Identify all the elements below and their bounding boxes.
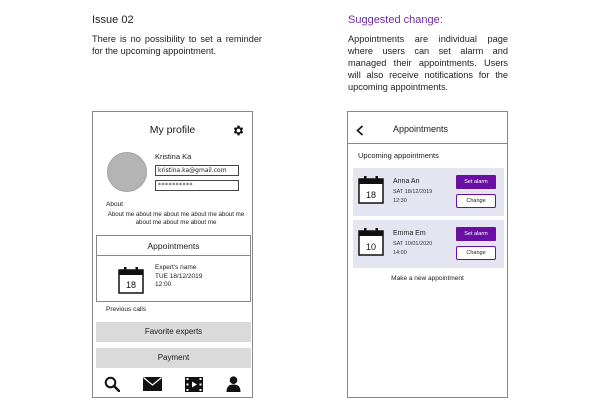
avatar[interactable]	[107, 152, 147, 192]
about-label: About	[106, 201, 123, 208]
mail-icon[interactable]	[143, 377, 163, 391]
suggestion-title: Suggested change:	[348, 14, 443, 26]
appointment-time: 14:00	[393, 250, 407, 256]
appointments-section[interactable]: Appointments 18 Expert's name TUE 18/12/…	[96, 235, 251, 302]
bottom-nav	[93, 371, 252, 397]
page-title: Appointments	[393, 124, 449, 134]
appointment-date: TUE 18/12/2019	[155, 272, 203, 280]
favorite-experts-button[interactable]: Favorite experts	[96, 322, 251, 342]
appointment-time: 12:30	[393, 198, 407, 204]
password-field[interactable]: **********	[155, 180, 239, 191]
expert-name: Expert's name	[155, 264, 197, 271]
appointment-date: SAT 18/12/2019	[393, 189, 433, 195]
appointment-card[interactable]: 10 Emma Em SAT 10/01/2020 14:00 Set alar…	[353, 220, 504, 268]
calendar-day: 18	[126, 280, 136, 290]
calendar-icon: 10	[358, 227, 384, 261]
app-bar: Appointments	[348, 112, 507, 144]
appointments-header[interactable]: Appointments	[97, 236, 250, 256]
calendar-day: 10	[366, 242, 376, 252]
search-icon[interactable]	[104, 376, 121, 392]
expert-name: Emma Em	[393, 230, 426, 237]
set-alarm-button[interactable]: Set alarm	[456, 227, 496, 241]
gear-icon[interactable]	[232, 124, 245, 137]
previous-calls-link[interactable]: Previous calls	[106, 306, 146, 313]
appointment-date: SAT 10/01/2020	[393, 241, 433, 247]
video-icon[interactable]	[184, 376, 203, 392]
chevron-left-icon[interactable]	[356, 123, 364, 141]
appointment-meta: SAT 10/01/2020 14:00	[393, 240, 432, 258]
change-button[interactable]: Change	[456, 194, 496, 208]
appointments-screen-mockup: Appointments Upcoming appointments 18 An…	[347, 111, 508, 398]
calendar-icon: 18	[118, 266, 144, 299]
set-alarm-button[interactable]: Set alarm	[456, 175, 496, 189]
appointment-time: 12:00	[155, 281, 172, 288]
user-icon[interactable]	[226, 376, 241, 392]
calendar-day: 18	[366, 190, 376, 200]
about-text: About me about me about me about me abou…	[107, 211, 245, 226]
calendar-icon: 18	[358, 175, 384, 209]
appointment-card[interactable]: 18 Anna An SAT 18/12/2019 12:30 Set alar…	[353, 168, 504, 216]
page-title: My profile	[149, 124, 196, 136]
appointment-detail: Expert's name TUE 18/12/2019 12:00	[155, 264, 202, 290]
issue-description: There is no possibility to set a reminde…	[92, 34, 262, 56]
change-button[interactable]: Change	[456, 246, 496, 260]
appointment-meta: SAT 18/12/2019 12:30	[393, 188, 432, 206]
email-field[interactable]: kristina.ka@gmail.com	[155, 165, 239, 176]
payment-button[interactable]: Payment	[96, 348, 251, 368]
user-name: Kristina Ka	[155, 152, 192, 161]
profile-screen-mockup: My profile Kristina Ka kristina.ka@gmail…	[92, 111, 253, 398]
expert-name: Anna An	[393, 178, 420, 185]
suggestion-description: Appointments are individual page where u…	[348, 34, 508, 92]
new-appointment-link[interactable]: Make a new appointment	[348, 275, 507, 282]
upcoming-appointments-label: Upcoming appointments	[358, 151, 439, 160]
issue-title: Issue 02	[92, 14, 134, 26]
